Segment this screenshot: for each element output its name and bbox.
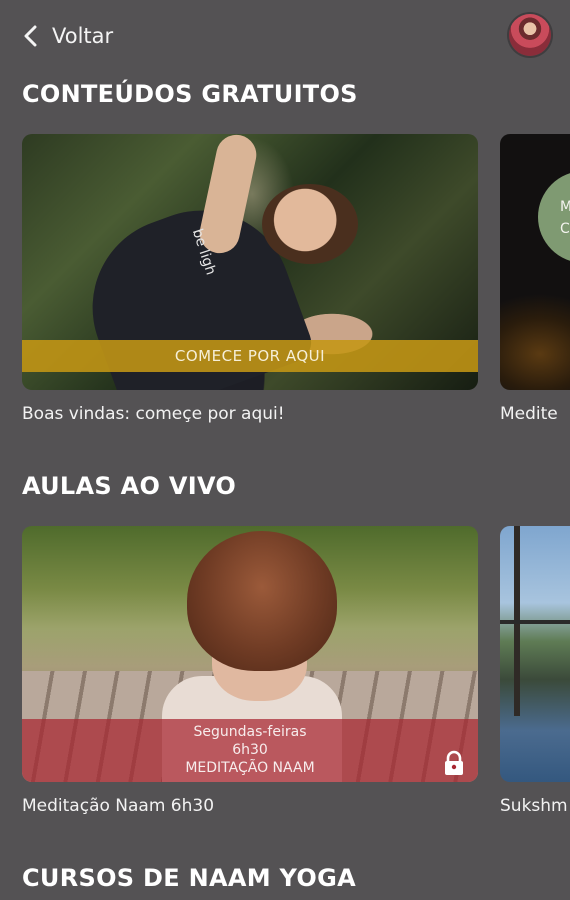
section-title-live-classes: AULAS AO VIVO <box>22 472 237 500</box>
content-card-welcome[interactable]: be ligh COMECE POR AQUI <box>22 134 478 390</box>
card-image-railing <box>500 620 570 624</box>
card-caption-naam-meditation[interactable]: Meditação Naam 6h30 <box>22 796 214 816</box>
section-title-courses: CURSOS DE NAAM YOGA <box>22 864 356 892</box>
back-button[interactable]: Voltar <box>22 20 113 52</box>
card-circle-badge: M C <box>538 171 570 263</box>
chevron-left-icon <box>24 25 37 47</box>
card-banner: COMECE POR AQUI <box>22 340 478 372</box>
circle-text-line-1: M <box>560 199 570 215</box>
card-caption-meditate[interactable]: Medite <box>500 404 558 424</box>
avatar[interactable] <box>509 14 551 56</box>
card-caption-welcome[interactable]: Boas vindas: começe por aqui! <box>22 404 285 424</box>
content-card-sukshm[interactable] <box>500 526 570 782</box>
banner-line-day: Segundas-feiras <box>193 724 307 740</box>
circle-text-line-2: C <box>560 221 570 237</box>
top-bar: Voltar <box>0 0 570 70</box>
card-banner: Segundas-feiras 6h30 MEDITAÇÃO NAAM <box>22 719 478 782</box>
back-label: Voltar <box>52 24 114 48</box>
banner-line-time: 6h30 <box>232 742 268 758</box>
card-caption-sukshm[interactable]: Sukshm <box>500 796 568 816</box>
content-card-meditate[interactable]: M C <box>500 134 570 390</box>
card-image-head <box>262 184 358 264</box>
section-title-free-content: CONTEÚDOS GRATUITOS <box>22 80 358 108</box>
content-card-naam-meditation[interactable]: Segundas-feiras 6h30 MEDITAÇÃO NAAM <box>22 526 478 782</box>
lock-icon <box>445 750 463 775</box>
banner-line-title: MEDITAÇÃO NAAM <box>185 760 315 776</box>
card-image-hair <box>187 531 337 671</box>
